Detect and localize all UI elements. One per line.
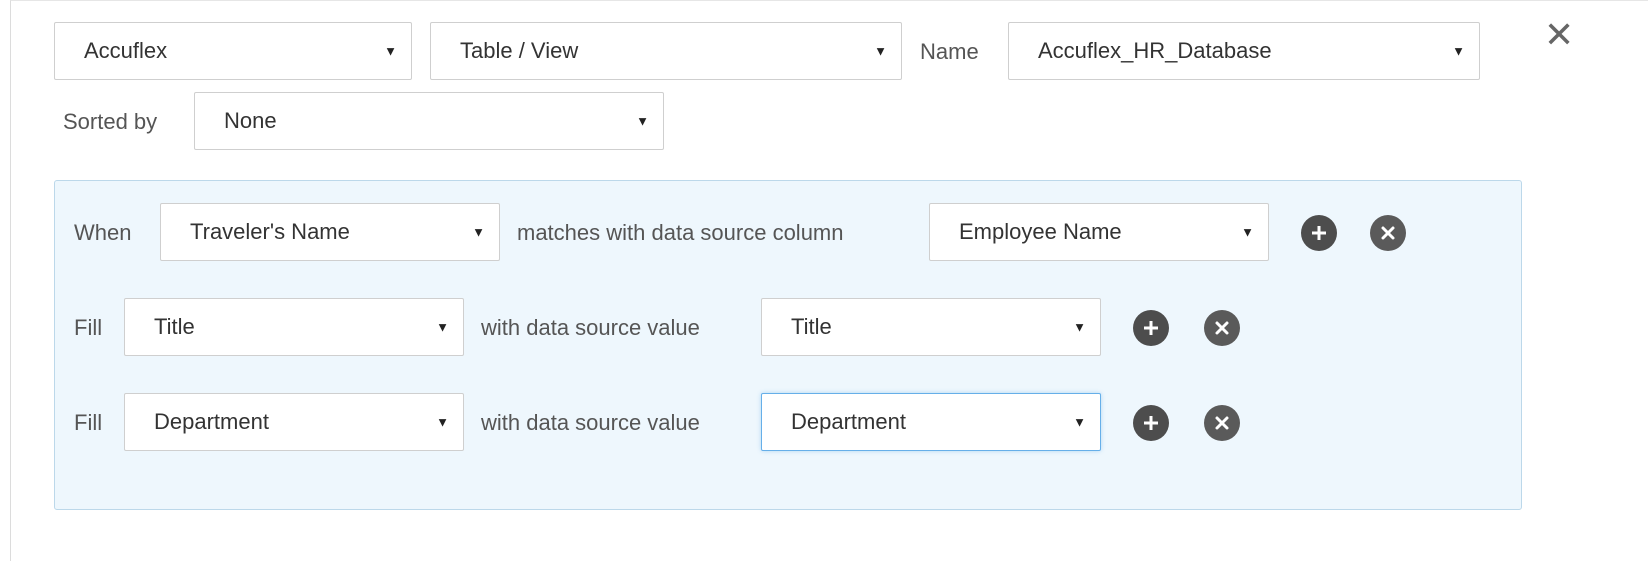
data-source-value-select-value: Department	[791, 409, 906, 434]
chevron-down-icon: ▼	[436, 414, 449, 430]
x-circle-icon	[1215, 321, 1229, 335]
source-select-value: Accuflex	[84, 38, 168, 63]
name-select[interactable]: Accuflex_HR_Database ▼	[1008, 22, 1480, 80]
matches-connector-label: matches with data source column	[517, 220, 844, 245]
object-type-select-value: Table / View	[460, 38, 579, 63]
x-circle-icon	[1381, 226, 1395, 240]
chevron-down-icon: ▼	[436, 319, 449, 335]
data-source-value-select-value: Title	[791, 314, 832, 339]
when-field-select[interactable]: Traveler's Name ▼	[160, 203, 500, 261]
remove-fill-button[interactable]	[1204, 405, 1240, 441]
object-type-select[interactable]: Table / View ▼	[430, 22, 902, 80]
source-select[interactable]: Accuflex ▼	[54, 22, 412, 80]
fill-connector-label: with data source value	[481, 410, 700, 435]
sorted-by-label: Sorted by	[63, 109, 158, 134]
remove-rule-button[interactable]	[1370, 215, 1406, 251]
when-label: When	[74, 220, 132, 245]
fill-label: Fill	[74, 410, 103, 435]
data-source-value-select[interactable]: Title ▼	[761, 298, 1101, 356]
chevron-down-icon: ▼	[636, 113, 649, 129]
chevron-down-icon: ▼	[1073, 414, 1086, 430]
chevron-down-icon: ▼	[1073, 319, 1086, 335]
close-icon[interactable]: ✕	[1544, 18, 1574, 54]
name-select-value: Accuflex_HR_Database	[1038, 38, 1272, 63]
plus-circle-icon	[1312, 226, 1326, 240]
remove-fill-button[interactable]	[1204, 310, 1240, 346]
sorted-by-select-value: None	[224, 108, 277, 133]
chevron-down-icon: ▼	[1241, 224, 1254, 240]
chevron-down-icon: ▼	[874, 43, 887, 59]
data-source-column-select-value: Employee Name	[959, 219, 1122, 244]
fill-connector-label: with data source value	[481, 315, 700, 340]
sorted-by-select[interactable]: None ▼	[194, 92, 664, 150]
fill-field-select-value: Department	[154, 409, 269, 434]
x-circle-icon	[1215, 416, 1229, 430]
name-label: Name	[920, 39, 979, 64]
fill-field-select-value: Title	[154, 314, 195, 339]
fill-field-select[interactable]: Department ▼	[124, 393, 464, 451]
data-source-column-select[interactable]: Employee Name ▼	[929, 203, 1269, 261]
plus-circle-icon	[1144, 321, 1158, 335]
fill-field-select[interactable]: Title ▼	[124, 298, 464, 356]
add-rule-button[interactable]	[1301, 215, 1337, 251]
data-source-value-select[interactable]: Department ▼	[761, 393, 1101, 451]
chevron-down-icon: ▼	[1452, 43, 1465, 59]
fill-label: Fill	[74, 315, 103, 340]
chevron-down-icon: ▼	[384, 43, 397, 59]
add-fill-button[interactable]	[1133, 310, 1169, 346]
chevron-down-icon: ▼	[472, 224, 485, 240]
when-field-select-value: Traveler's Name	[190, 219, 350, 244]
plus-circle-icon	[1144, 416, 1158, 430]
add-fill-button[interactable]	[1133, 405, 1169, 441]
